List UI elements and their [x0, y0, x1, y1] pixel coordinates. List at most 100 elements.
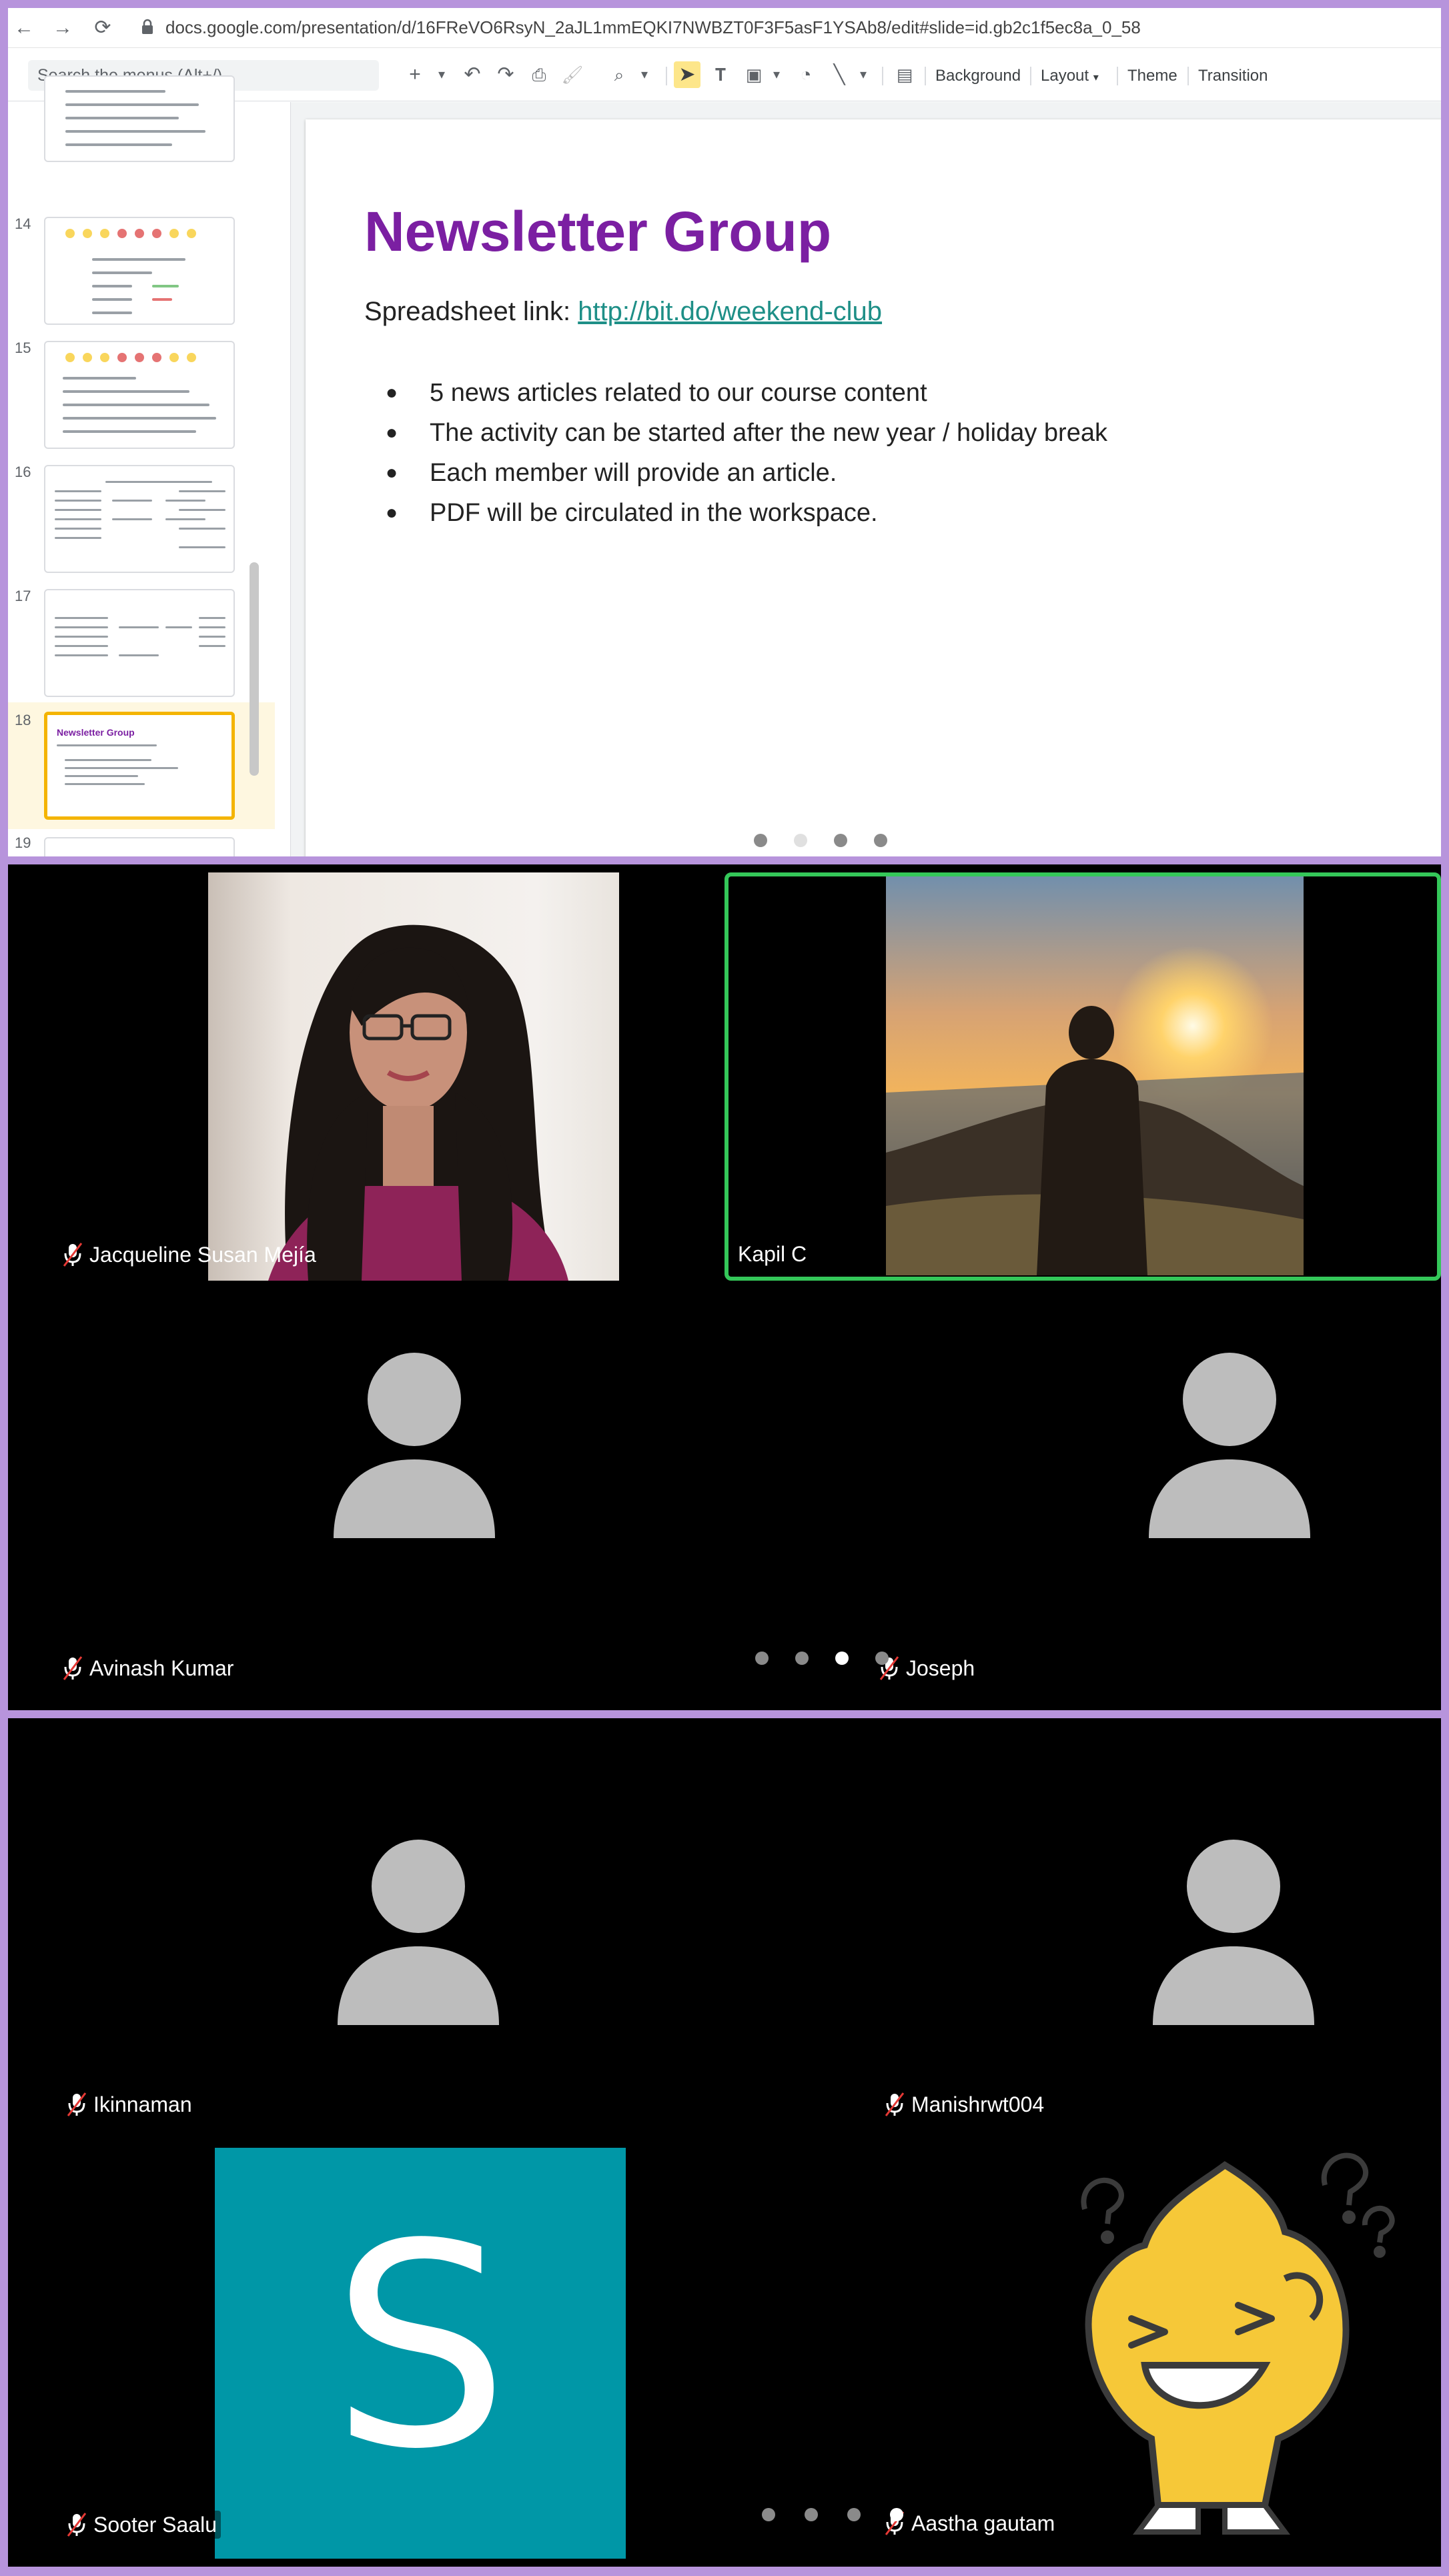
current-slide[interactable]: Newsletter Group Spreadsheet link: http:…: [306, 119, 1441, 856]
page-dot[interactable]: [755, 1652, 769, 1665]
mic-off-icon: [885, 2092, 905, 2116]
camera-feed-image: [208, 872, 619, 1281]
zoom-icon[interactable]: ⌕: [606, 61, 632, 88]
select-cursor-icon[interactable]: ➤: [674, 61, 700, 88]
participant-video: [208, 872, 619, 1281]
url-text[interactable]: docs.google.com/presentation/d/16FReVO6R…: [165, 17, 1141, 38]
shape-icon[interactable]: ◔: [793, 61, 819, 88]
bullet-list[interactable]: 5 news articles related to our course co…: [386, 373, 1107, 533]
page-dot-active[interactable]: [890, 2508, 903, 2521]
paint-format-icon[interactable]: 🖌: [559, 61, 586, 88]
participant-tile[interactable]: Avinash Kumar: [8, 1285, 724, 1710]
participant-tile[interactable]: Joseph: [724, 1285, 1441, 1710]
participant-name-tag: Jacqueline Susan Mejía: [63, 1242, 316, 1267]
page-dot[interactable]: [795, 1652, 809, 1665]
page-indicator: [754, 834, 887, 847]
slide-thumbnail[interactable]: [44, 217, 235, 325]
bullet-item: The activity can be started after the ne…: [386, 413, 1107, 453]
default-avatar-icon: [338, 1840, 499, 2025]
divider: [882, 67, 883, 85]
redo-icon[interactable]: ↷: [492, 61, 519, 88]
meeting-grid-page-3: Ikinnaman Manishrwt004 S Sooter Saalu Aa…: [8, 1718, 1441, 2567]
participant-name: Ikinnaman: [93, 2092, 192, 2116]
forward-button[interactable]: →: [51, 16, 75, 40]
avatar-initial: S: [331, 2184, 510, 2511]
spreadsheet-link[interactable]: http://bit.do/weekend-club: [578, 297, 882, 326]
participant-name-tag: Kapil C: [738, 1242, 807, 1267]
line-icon[interactable]: ╲: [826, 61, 853, 88]
divider: [666, 67, 667, 85]
mic-off-icon: [67, 2513, 87, 2537]
slide-thumbnail-selected[interactable]: Newsletter Group: [44, 712, 235, 820]
thumbnail-title: Newsletter Group: [57, 727, 135, 738]
page-dot[interactable]: [874, 834, 887, 847]
page-dot[interactable]: [805, 2508, 818, 2521]
participant-name: Manishrwt004: [911, 2092, 1045, 2116]
participant-name: Sooter Saalu: [93, 2512, 217, 2537]
divider: [1187, 67, 1189, 85]
slide-thumbnail[interactable]: [44, 75, 235, 162]
comment-icon[interactable]: ▤: [891, 61, 918, 88]
participant-name: Kapil C: [738, 1242, 807, 1266]
text-box-icon[interactable]: 𝐓: [707, 61, 734, 88]
participant-tile[interactable]: Ikinnaman: [8, 1718, 724, 2145]
chevron-down-icon[interactable]: ▾: [631, 61, 658, 88]
participant-tile[interactable]: Jacqueline Susan Mejía: [8, 864, 724, 1285]
default-avatar-icon: [1153, 1840, 1314, 2025]
mic-off-icon: [63, 1243, 83, 1267]
chevron-down-icon: ▾: [1093, 72, 1099, 83]
slide-number: 14: [15, 215, 31, 232]
chevron-down-icon[interactable]: ▾: [428, 61, 455, 88]
page-dot[interactable]: [754, 834, 767, 847]
transition-button[interactable]: Transition: [1198, 67, 1268, 85]
slide-number: 17: [15, 588, 31, 604]
participant-tile-speaking[interactable]: Kapil C: [724, 864, 1441, 1285]
divider: [1117, 67, 1118, 85]
slide-thumbnail[interactable]: [44, 341, 235, 449]
mic-off-icon: [67, 2092, 87, 2116]
participant-tile[interactable]: S Sooter Saalu: [8, 2145, 724, 2567]
undo-icon[interactable]: ↶: [459, 61, 486, 88]
participant-name-tag: Sooter Saalu: [63, 2511, 221, 2539]
bullet-item: 5 news articles related to our course co…: [386, 373, 1107, 413]
page-dot-active[interactable]: [794, 834, 807, 847]
slide-number: 19: [15, 834, 31, 851]
chevron-down-icon[interactable]: ▾: [763, 61, 790, 88]
bullet-item: PDF will be circulated in the workspace.: [386, 493, 1107, 533]
print-icon[interactable]: ⎙: [526, 61, 552, 88]
lock-icon: [142, 19, 153, 34]
slide-number: 15: [15, 340, 31, 356]
participant-name-tag: Aastha gautam: [885, 2511, 1055, 2536]
filmstrip-scrollbar[interactable]: [250, 562, 259, 776]
page-dot[interactable]: [762, 2508, 775, 2521]
slide-thumbnail[interactable]: [44, 589, 235, 697]
participant-name-tag: Avinash Kumar: [63, 1656, 233, 1681]
participant-name-tag: Manishrwt004: [885, 2092, 1044, 2117]
default-avatar-icon: [334, 1353, 495, 1538]
participant-name-tag: Joseph: [879, 1656, 975, 1681]
theme-button[interactable]: Theme: [1127, 67, 1177, 85]
slide-thumbnail[interactable]: [44, 837, 235, 856]
page-dot[interactable]: [847, 2508, 861, 2521]
participant-tile[interactable]: Aastha gautam: [724, 2145, 1441, 2567]
reload-button[interactable]: ⟳: [91, 16, 115, 40]
participant-name-tag: Ikinnaman: [67, 2092, 192, 2117]
chevron-down-icon[interactable]: ▾: [850, 61, 877, 88]
participant-name: Jacqueline Susan Mejía: [89, 1242, 316, 1267]
participant-name: Aastha gautam: [911, 2511, 1055, 2535]
page-dot[interactable]: [875, 1652, 889, 1665]
slide-title[interactable]: Newsletter Group: [364, 199, 831, 264]
page-dot[interactable]: [834, 834, 847, 847]
browser-url-bar: ← → ⟳ docs.google.com/presentation/d/16F…: [8, 8, 1441, 48]
new-slide-icon[interactable]: +: [402, 61, 428, 88]
participant-tile[interactable]: Manishrwt004: [724, 1718, 1441, 2145]
link-prefix: Spreadsheet link:: [364, 297, 578, 326]
back-button[interactable]: ←: [12, 16, 36, 40]
slide-number: 16: [15, 464, 31, 480]
page-dot-active[interactable]: [835, 1652, 849, 1665]
background-button[interactable]: Background: [935, 67, 1021, 85]
spreadsheet-link-row[interactable]: Spreadsheet link: http://bit.do/weekend-…: [364, 297, 882, 327]
default-avatar-icon: [1149, 1353, 1310, 1538]
slide-thumbnail[interactable]: [44, 465, 235, 573]
layout-button[interactable]: Layout ▾: [1041, 67, 1099, 85]
